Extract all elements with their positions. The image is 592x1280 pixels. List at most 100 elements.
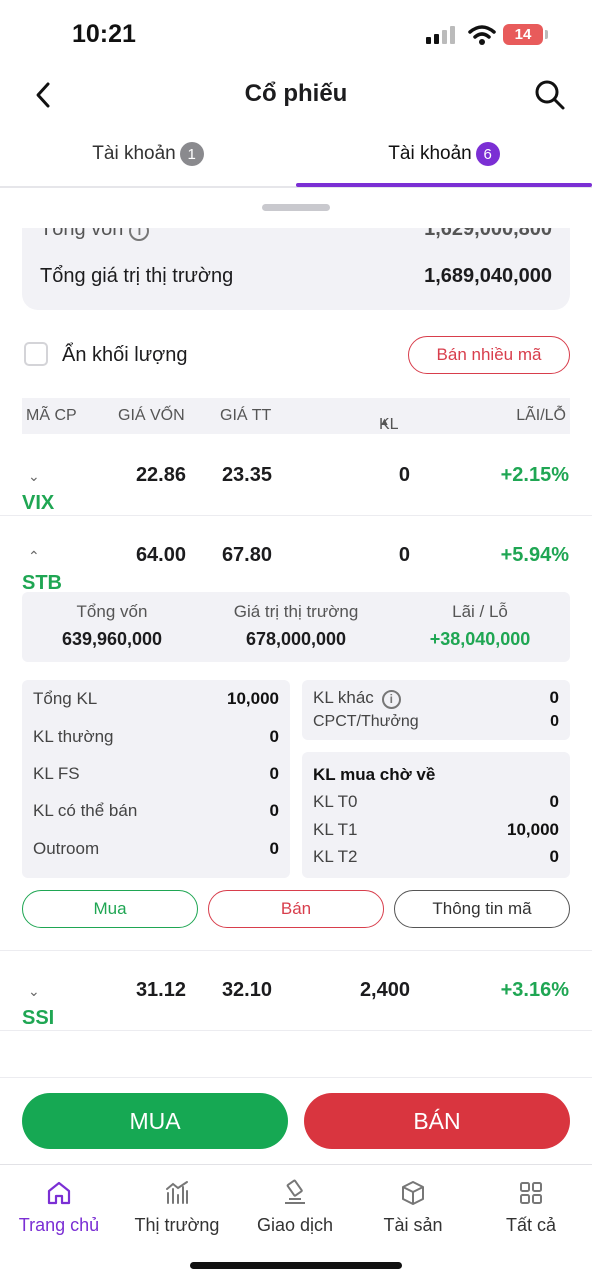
pending-volume-title: KL mua chờ về <box>313 765 559 785</box>
kv-row: KL có thể bán 0 <box>33 801 279 821</box>
cellular-signal-icon <box>426 26 455 44</box>
app-header: Cổ phiếu <box>0 70 592 120</box>
kv-label: KL khác <box>313 688 374 707</box>
detail-pnl: Lãi / Lỗ +38,040,000 <box>390 602 570 650</box>
market-value-value: 1,689,040,000 <box>424 265 552 287</box>
nav-all[interactable]: Tất cả <box>472 1179 590 1236</box>
stock-pnl: +5.94% <box>500 544 569 566</box>
kv-value: 0 <box>549 688 559 707</box>
tab-badge: 1 <box>179 142 204 166</box>
kv-value: 0 <box>550 713 559 730</box>
battery-tip <box>545 30 548 39</box>
kv-row: KL FS 0 <box>33 764 279 784</box>
col-code: MÃ CP <box>26 407 77 424</box>
volume-breakdown: Tổng KL 10,000 KL thường 0 KL FS 0 KL có th… <box>22 680 290 878</box>
sell-stock-button[interactable]: Bán <box>208 890 384 928</box>
sell-button[interactable]: BÁN <box>304 1093 570 1149</box>
nav-label: Giao dịch <box>256 1215 334 1235</box>
kv-label: KL T2 <box>313 847 358 866</box>
kv-row: KL T0 0 <box>313 792 559 812</box>
status-time: 10:21 <box>72 20 136 48</box>
nav-label: Thị trường <box>134 1215 220 1235</box>
kv-label: KL T0 <box>313 792 358 811</box>
kv-label: KL thường <box>33 727 114 746</box>
table-row[interactable]: SSI ⌄ 31.12 32.10 2,400 +3.16% <box>0 951 592 1031</box>
divider <box>0 1077 592 1078</box>
kv-label: KL T1 <box>313 820 358 839</box>
stock-info-button[interactable]: Thông tin mã <box>394 890 570 928</box>
kv-row: KL T2 0 <box>313 847 559 867</box>
stock-code: SSI ⌄ <box>22 979 54 1029</box>
kv-value: 0 <box>269 839 279 858</box>
stock-cost: 22.86 <box>135 464 186 486</box>
drag-handle[interactable] <box>262 204 330 211</box>
holdings-table-header: MÃ CP GIÁ VỐN GIÁ TT KL ▲︎ LÃI/LỖ <box>22 398 570 434</box>
total-capital-row: Tổng vốn i 1,629,000,800 <box>40 228 552 241</box>
portfolio-summary-card: Tổng vốn i 1,629,000,800 Tổng giá trị thị… <box>22 228 570 310</box>
nav-assets[interactable]: Tài sản <box>354 1179 472 1236</box>
nav-trade[interactable]: Giao dịch <box>236 1179 354 1236</box>
nav-home[interactable]: Trang chủ <box>0 1179 118 1236</box>
tab-account-1[interactable]: Tài khoản 1 <box>0 142 296 166</box>
search-icon[interactable] <box>533 78 567 112</box>
kv-row: Outroom 0 <box>33 839 279 859</box>
kv-label: Outroom <box>33 839 100 858</box>
sell-multiple-button[interactable]: Bán nhiều mã <box>408 336 570 374</box>
status-bar: 10:21 14 <box>0 0 592 70</box>
kv-label: KL có thể bán <box>33 801 138 820</box>
kv-value: 10,000 <box>227 689 279 708</box>
other-volume: KL khác i 0 CPCT/Thưởng 0 <box>302 680 570 740</box>
info-icon[interactable]: i <box>129 228 150 241</box>
kv-value: 0 <box>269 764 279 783</box>
market-value-label: Tổng giá trị thị trường <box>40 265 234 287</box>
kv-value: 0 <box>549 847 559 866</box>
stock-code-text: VIX <box>22 492 55 514</box>
table-row[interactable]: STB ⌃ 64.00 67.80 0 +5.94% <box>0 516 592 596</box>
kv-row: Tổng KL 10,000 <box>33 689 279 709</box>
nav-label: Tất cả <box>505 1215 557 1235</box>
detail-pnl-value: +38,040,000 <box>429 629 531 649</box>
kv-label: CPCT/Thưởng <box>313 713 419 730</box>
cube-icon <box>402 1181 424 1205</box>
detail-market-value-label: Giá trị thị trường <box>233 602 359 621</box>
info-icon[interactable]: i <box>381 690 401 709</box>
chevron-up-icon: ⌃ <box>28 548 40 564</box>
table-row[interactable]: VIX ⌄ 22.86 23.35 0 +2.15% <box>0 436 592 516</box>
detail-pnl-label: Lãi / Lỗ <box>452 602 508 621</box>
active-tab-indicator <box>296 183 592 187</box>
tab-label: Tài khoản <box>388 143 472 164</box>
chevron-down-icon: ⌄ <box>28 983 40 999</box>
tab-account-6[interactable]: Tài khoản 6 <box>296 142 592 166</box>
kv-row: CPCT/Thưởng 0 <box>313 713 559 731</box>
market-value-row: Tổng giá trị thị trường 1,689,040,000 <box>40 265 552 288</box>
hide-volume-checkbox[interactable] <box>24 342 48 366</box>
stock-price: 32.10 <box>221 979 272 1001</box>
total-capital-label: Tổng vốn <box>40 228 124 240</box>
kv-row: KL thường 0 <box>33 727 279 747</box>
account-tabs: Tài khoản 1 Tài khoản 6 <box>0 130 592 188</box>
tab-badge: 6 <box>475 142 500 166</box>
nav-market[interactable]: Thị trường <box>118 1179 236 1236</box>
buy-stock-button[interactable]: Mua <box>22 890 198 928</box>
detail-market-value: Giá trị thị trường 678,000,000 <box>206 602 386 650</box>
stock-qty: 0 <box>398 544 410 566</box>
hide-volume-label: Ẩn khối lượng <box>62 344 188 366</box>
stock-code: STB ⌃ <box>22 544 62 594</box>
market-chart-icon <box>166 1181 188 1204</box>
grid-icon <box>520 1182 542 1204</box>
stock-code: VIX ⌄ <box>22 464 54 514</box>
home-icon <box>47 1181 71 1205</box>
kv-value: 0 <box>269 727 279 746</box>
buy-button[interactable]: MUA <box>22 1093 288 1149</box>
detail-capital-value: 639,960,000 <box>61 629 163 649</box>
kv-label: Tổng KL <box>33 689 98 708</box>
stock-qty: 0 <box>398 464 410 486</box>
stock-qty: 2,400 <box>359 979 410 1001</box>
pending-volume: KL mua chờ về KL T0 0 KL T1 10,000 KL T2 0 <box>302 752 570 878</box>
gavel-icon <box>285 1179 305 1204</box>
stock-cost: 64.00 <box>135 544 186 566</box>
kv-label: KL FS <box>33 764 80 783</box>
stock-pnl: +2.15% <box>500 464 569 486</box>
tab-label: Tài khoản <box>92 143 176 164</box>
total-capital-value: 1,629,000,800 <box>424 228 552 240</box>
